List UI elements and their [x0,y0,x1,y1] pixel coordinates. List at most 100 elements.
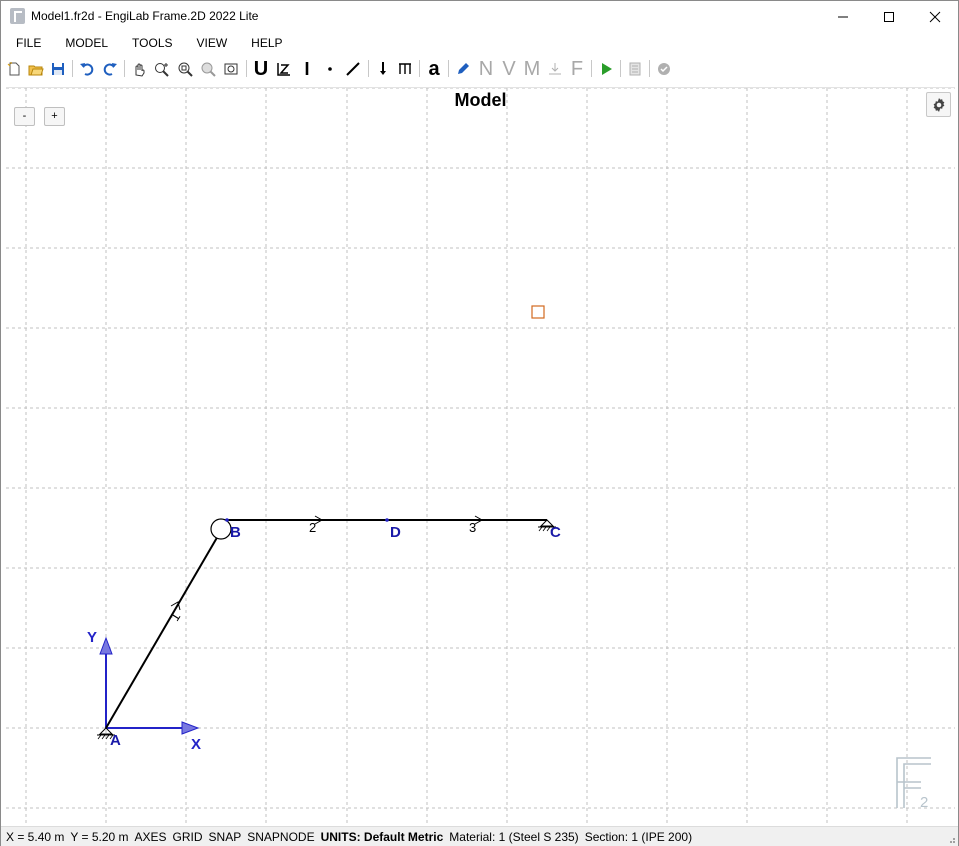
model-drawing[interactable]: X Y 1 2 3 A B D C 2 [6,88,955,825]
toolbar-separator [620,60,621,77]
edit-button[interactable] [452,58,474,80]
distributed-load-button[interactable] [394,58,416,80]
member-icon [346,62,360,76]
toolbar: U I a N V M F [1,56,958,82]
maximize-icon [884,11,894,22]
y-axis-arrow-icon [99,636,113,655]
reactions-icon [549,63,561,75]
member-button[interactable] [342,58,364,80]
maximize-button[interactable] [866,1,912,32]
node-a-label: A [110,732,121,749]
open-file-icon [28,65,44,76]
zoom-in-button[interactable] [151,58,173,80]
annotation-button[interactable]: a [423,58,445,80]
node-b-hinge[interactable] [210,518,232,540]
status-axes-toggle[interactable]: AXES [135,830,167,844]
point-load-button[interactable] [372,58,394,80]
status-bar: X = 5.40 m Y = 5.20 m AXES GRID SNAP SNA… [1,826,958,846]
check-button[interactable] [653,58,675,80]
toolbar-separator [591,60,592,77]
report-icon [629,62,641,76]
shear-force-button[interactable]: V [498,58,520,80]
axial-force-button[interactable]: N [475,58,497,80]
status-material: Material: 1 (Steel S 235) [449,829,579,844]
redo-button[interactable] [99,58,121,80]
y-axis-label: Y [87,629,97,646]
zoom-in-small-button[interactable]: + [44,107,65,126]
status-grid-toggle[interactable]: GRID [173,830,203,844]
menu-model[interactable]: MODEL [50,34,117,54]
report-button[interactable] [624,58,646,80]
resize-grip-icon[interactable] [946,834,956,844]
node-b-point [225,518,229,522]
toolbar-separator [124,60,125,77]
results-button[interactable]: F [566,58,588,80]
save-icon [52,63,64,75]
toolbar-separator [368,60,369,77]
settings-button[interactable] [926,92,951,117]
node-icon [328,67,332,71]
member-3-label: 3 [469,520,476,535]
open-button[interactable] [25,58,47,80]
undo-icon [80,63,94,76]
zoom-fit-button[interactable] [220,58,242,80]
reactions-button[interactable] [544,58,566,80]
x-axis-label: X [191,736,201,753]
x-axis-arrow-icon [181,721,200,735]
status-section: Section: 1 (IPE 200) [584,829,693,844]
member-type-button[interactable] [273,58,295,80]
section-button[interactable]: I [296,58,318,80]
node-c-label: C [550,524,561,541]
toolbar-separator [649,60,650,77]
zoom-extents-button[interactable] [197,58,219,80]
point-load-icon [380,62,386,75]
node-b-label: B [230,524,241,541]
app-logo-icon [10,8,25,24]
status-y-coordinate: Y = 5.20 m [70,829,129,844]
gear-icon [933,97,944,112]
watermark-subscript: 2 [920,794,928,811]
units-button[interactable]: U [250,58,272,80]
save-button[interactable] [47,58,69,80]
member-type-icon [277,63,290,76]
member-1-label: 1 [167,610,184,624]
menu-tools[interactable]: TOOLS [117,34,181,54]
new-button[interactable] [3,58,25,80]
status-snapnode-toggle[interactable]: SNAPNODE [247,830,314,844]
node-d-label: D [390,524,401,541]
pan-button[interactable] [128,58,150,80]
node-labels: A B D C [110,524,561,749]
toolbar-separator [419,60,420,77]
status-snap-toggle[interactable]: SNAP [209,830,242,844]
zoom-in-icon [155,63,169,77]
minimize-button[interactable] [820,1,866,32]
run-analysis-icon [602,63,612,75]
undo-button[interactable] [76,58,98,80]
minimize-icon [838,16,848,17]
node-button[interactable] [319,58,341,80]
close-icon [929,11,941,22]
zoom-out-button[interactable]: - [14,107,35,126]
edit-icon [458,63,469,74]
zoom-window-icon [178,62,193,77]
member-2-label: 2 [309,520,316,535]
node-d-point[interactable] [385,518,389,522]
zoom-window-button[interactable] [174,58,196,80]
member-1[interactable] [105,528,223,729]
menu-bar: FILE MODEL TOOLS VIEW HELP [1,34,958,54]
toolbar-separator [448,60,449,77]
members: 1 2 3 [105,515,547,729]
status-units: UNITS: Default Metric [320,829,444,844]
menu-view[interactable]: VIEW [182,34,237,54]
menu-file[interactable]: FILE [1,34,50,54]
run-analysis-button[interactable] [595,58,617,80]
toolbar-separator [246,60,247,77]
close-button[interactable] [912,1,958,32]
check-icon [658,63,670,75]
menu-help[interactable]: HELP [236,34,291,54]
grid-lines [6,88,955,825]
bending-moment-button[interactable]: M [521,58,543,80]
model-canvas[interactable]: X Y 1 2 3 A B D C 2 Model - + [6,87,955,825]
window-title: Model1.fr2d - EngiLab Frame.2D 2022 Lite [31,9,259,23]
cursor-marker [531,305,545,319]
